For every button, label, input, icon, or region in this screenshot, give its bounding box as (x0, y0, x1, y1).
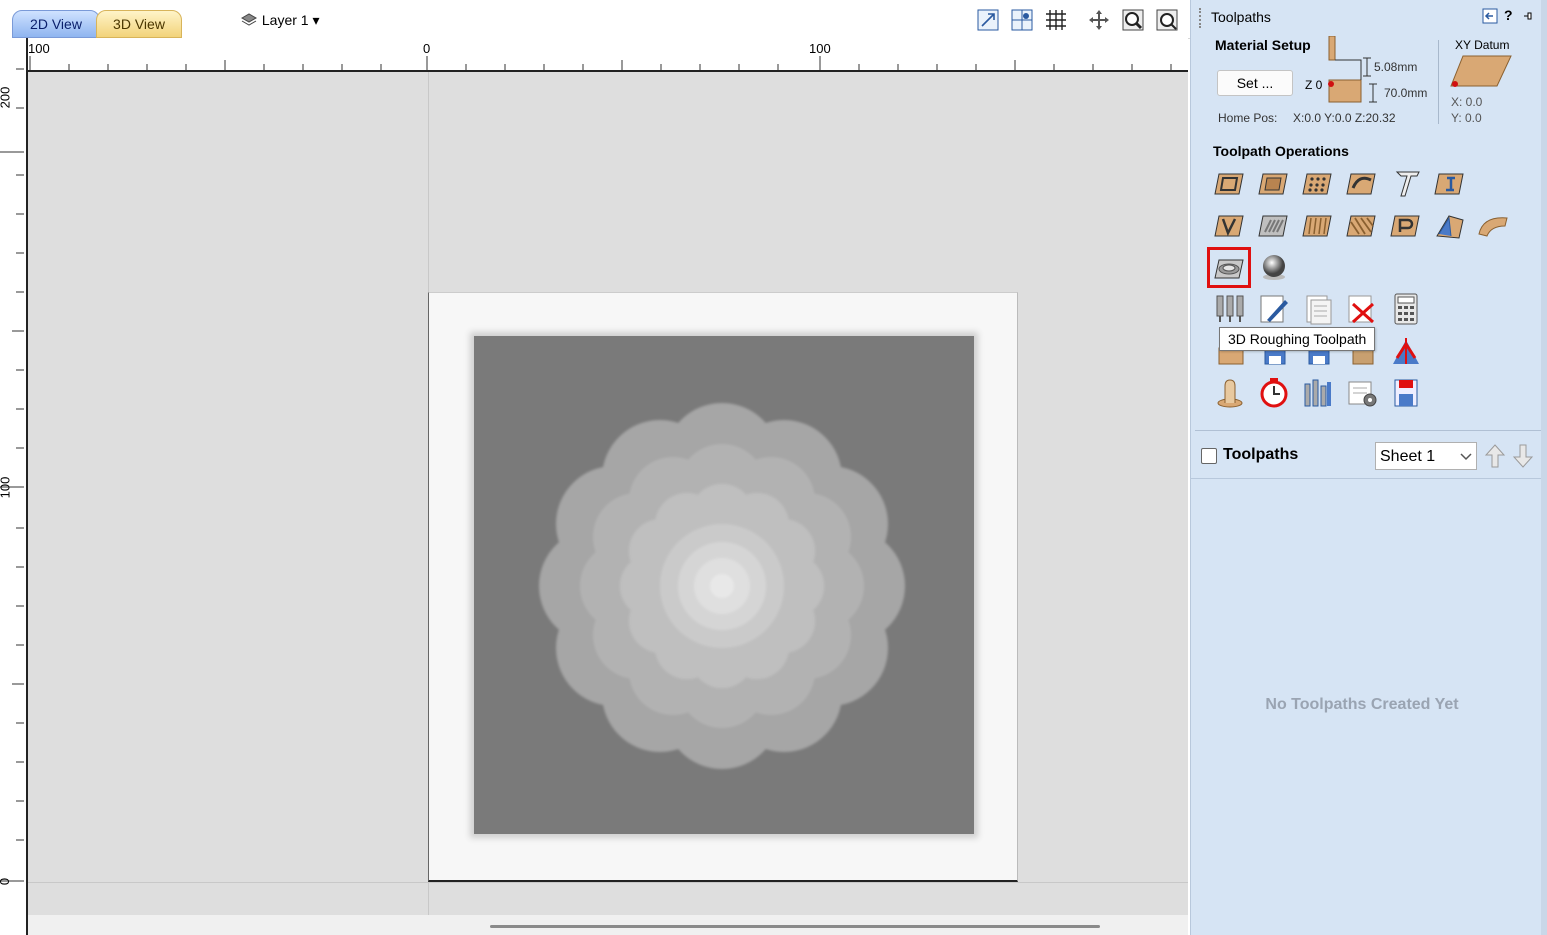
horizontal-ruler: 100 0 100 (26, 38, 1188, 72)
pushpin-icon[interactable] (1522, 10, 1534, 22)
horizontal-scrollbar[interactable] (28, 915, 1188, 935)
moulding-blue-icon[interactable] (1433, 208, 1467, 242)
inlay-toolpath-icon[interactable] (1433, 166, 1467, 200)
datum-y-value: Y: 0.0 (1451, 111, 1482, 125)
3d-finishing-toolpath-icon[interactable] (1257, 250, 1291, 284)
ruler-label: 100 (809, 41, 831, 56)
divider (1438, 40, 1439, 124)
set-material-button[interactable]: Set ... (1217, 70, 1293, 96)
sheet-select[interactable]: Sheet 1 (1375, 442, 1477, 470)
edit-gcode-icon[interactable] (1257, 292, 1291, 326)
chevron-down-icon: ▾ (312, 12, 320, 28)
scrollbar-thumb[interactable] (490, 925, 1100, 928)
grid-icon[interactable] (1044, 8, 1068, 32)
profile-toolpath-icon[interactable] (1213, 166, 1247, 200)
move-down-arrow-icon[interactable] (1511, 442, 1535, 470)
sheet-select-value: Sheet 1 (1380, 448, 1436, 465)
ruler-label: 200 (0, 86, 13, 109)
toolpath-settings-icon[interactable] (1345, 376, 1379, 410)
toolpaths-panel: Toolpaths ? Material Setup Set ... Z 0 5… (1190, 0, 1547, 935)
relief-preview (474, 336, 974, 834)
chevron-down-icon (1460, 453, 1472, 461)
layer-selector[interactable]: Layer 1 ▾ (240, 10, 320, 30)
ruler-label: 0 (423, 41, 431, 56)
toolpath-operations-heading: Toolpath Operations (1213, 143, 1349, 159)
vertical-ruler: 200 100 0 (0, 38, 28, 935)
zoom-icon[interactable] (1121, 8, 1145, 32)
xy-datum-icon[interactable] (1449, 52, 1515, 92)
toolpath-list-header: Toolpaths Sheet 1 (1191, 438, 1547, 479)
ruler-label: 100 (0, 476, 13, 499)
layer-label: Layer 1 (261, 12, 309, 28)
tool-database-icon[interactable] (1301, 376, 1335, 410)
pan-icon[interactable] (1087, 8, 1111, 32)
home-pos-value: X:0.0 Y:0.0 Z:20.32 (1293, 111, 1396, 125)
panel-edge (1541, 0, 1547, 935)
preview-cut-icon[interactable] (1213, 376, 1247, 410)
preview-toolpaths-icon[interactable] (1389, 334, 1423, 368)
calculator-icon[interactable] (1389, 292, 1423, 326)
moulding-toolpath-icon[interactable] (1301, 208, 1335, 242)
snap-grid-icon[interactable] (1010, 8, 1034, 32)
toolpaths-visibility-checkbox[interactable] (1201, 448, 1217, 464)
quick-engrave-icon[interactable] (1345, 166, 1379, 200)
toolpath-templates-icon[interactable] (1213, 292, 1247, 326)
pocket-toolpath-icon[interactable] (1257, 166, 1291, 200)
origin-guide-horizontal (28, 882, 1188, 883)
save-toolpath-file-icon[interactable] (1389, 376, 1423, 410)
grip-icon (1199, 8, 1203, 28)
scalloped-relief-image (539, 403, 905, 769)
machining-time-icon[interactable] (1257, 376, 1291, 410)
section-divider (1195, 430, 1543, 431)
move-up-arrow-icon[interactable] (1483, 442, 1507, 470)
ruler-label: 100 (28, 41, 50, 56)
ruler-label: 0 (0, 878, 12, 885)
wrapped-toolpath-icon[interactable] (1477, 208, 1511, 242)
datum-x-value: X: 0.0 (1451, 95, 1483, 109)
delete-toolpath-icon[interactable] (1345, 292, 1379, 326)
xy-datum-heading: XY Datum (1455, 38, 1510, 52)
tab-2d-view[interactable]: 2D View (12, 10, 100, 38)
tab-3d-view[interactable]: 3D View (96, 10, 182, 38)
zoom-extents-icon[interactable] (1155, 8, 1179, 32)
home-pos-label: Home Pos: (1218, 111, 1278, 125)
pin-panel-icon[interactable] (1481, 7, 1499, 25)
drilling-toolpath-icon[interactable] (1301, 166, 1335, 200)
3d-roughing-toolpath-icon[interactable] (1213, 250, 1247, 284)
tooltip: 3D Roughing Toolpath (1219, 327, 1376, 351)
clearance-value: 5.08mm (1374, 60, 1418, 74)
z-zero-label: Z 0 (1305, 78, 1323, 92)
toolpaths-list-label: Toolpaths (1223, 446, 1299, 463)
texture-text-icon[interactable] (1389, 166, 1423, 200)
panel-title: Toolpaths (1211, 9, 1271, 25)
empty-toolpaths-message: No Toolpaths Created Yet (1265, 696, 1459, 713)
fluting-toolpath-icon[interactable] (1257, 208, 1291, 242)
prism-toolpath-icon[interactable] (1389, 208, 1423, 242)
gcode-list-icon[interactable] (1301, 292, 1335, 326)
thickness-value: 70.0mm (1384, 86, 1428, 100)
scale-to-fit-icon[interactable] (976, 8, 1000, 32)
layer-icon (240, 13, 258, 26)
help-icon[interactable]: ? (1504, 7, 1513, 23)
view-tab-bar: 2D View 3D View Layer 1 ▾ (0, 0, 1190, 39)
vcarve-toolpath-icon[interactable] (1213, 208, 1247, 242)
texture-toolpath-icon[interactable] (1345, 208, 1379, 242)
material-setup-heading: Material Setup (1215, 37, 1311, 53)
